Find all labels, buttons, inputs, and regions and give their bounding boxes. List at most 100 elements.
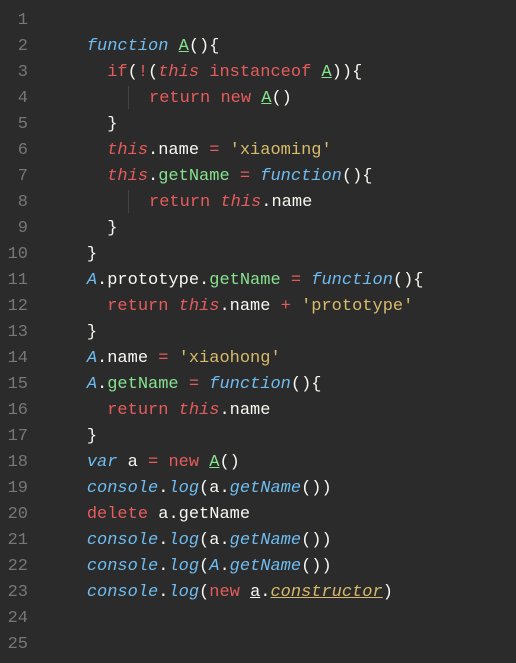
code-token (168, 401, 178, 420)
code-token: 'xiaoming' (230, 141, 332, 160)
code-token: getName (107, 375, 178, 394)
code-token: . (97, 375, 107, 394)
code-editor: 1234567891011121314151617181920212223242… (0, 0, 516, 663)
code-token: A (209, 557, 219, 576)
code-line: A.name = 'xiaohong' (46, 346, 424, 372)
code-token: } (87, 245, 97, 264)
code-token (291, 297, 301, 316)
code-token: () (271, 89, 291, 108)
code-token: this (158, 63, 199, 82)
code-token: . (158, 557, 168, 576)
code-token: . (219, 479, 229, 498)
code-line: console.log(A.getName()) (46, 554, 424, 580)
code-token: getName (158, 167, 229, 186)
code-token: A (87, 271, 97, 290)
code-token: var (87, 453, 118, 472)
code-token (199, 141, 209, 160)
code-token: a (158, 505, 168, 524)
code-token: getName (230, 479, 301, 498)
code-token: name (230, 401, 271, 420)
code-token (250, 167, 260, 186)
code-token (128, 86, 139, 109)
code-area[interactable]: function A(){ if(!(this instanceof A)){ … (36, 0, 424, 663)
code-token: log (168, 479, 199, 498)
code-token: log (168, 531, 199, 550)
code-token: ( (128, 63, 138, 82)
code-token (168, 297, 178, 316)
code-line: } (46, 424, 424, 450)
code-token: } (87, 427, 97, 446)
code-line: } (46, 216, 424, 242)
code-token (168, 349, 178, 368)
line-number: 9 (0, 216, 28, 242)
code-token: this (107, 141, 148, 160)
code-line: return this.name + 'prototype' (46, 294, 424, 320)
line-number: 6 (0, 138, 28, 164)
code-token (230, 167, 240, 186)
code-token (158, 453, 168, 472)
code-token: this (179, 297, 220, 316)
code-token: constructor (270, 583, 382, 602)
code-token: a (209, 531, 219, 550)
code-token: . (158, 531, 168, 550)
code-token: A (209, 453, 219, 472)
code-token: prototype (107, 271, 199, 290)
code-token: ()) (301, 531, 332, 550)
code-token: instanceof (209, 63, 311, 82)
code-line: return this.name (46, 190, 424, 216)
code-token: = (158, 349, 168, 368)
code-line: delete a.getName (46, 502, 424, 528)
code-token: . (219, 401, 229, 420)
line-number: 17 (0, 424, 28, 450)
code-token: . (97, 349, 107, 368)
code-token: = (209, 141, 219, 160)
code-token: = (189, 375, 199, 394)
code-token: console (87, 583, 158, 602)
code-token: A (87, 375, 97, 394)
code-token: delete (87, 505, 148, 524)
code-token: )){ (332, 63, 363, 82)
code-token: } (107, 219, 117, 238)
code-line: var a = new A() (46, 450, 424, 476)
code-token: A (179, 37, 189, 56)
line-number: 25 (0, 632, 28, 658)
code-token: . (148, 141, 158, 160)
code-line: this.getName = function(){ (46, 164, 424, 190)
code-token: ( (148, 63, 158, 82)
code-token: 'xiaohong' (179, 349, 281, 368)
code-token: ( (199, 479, 209, 498)
line-number: 22 (0, 554, 28, 580)
code-token (240, 583, 250, 602)
code-token (139, 193, 149, 212)
code-token: . (261, 193, 271, 212)
code-token (199, 63, 209, 82)
code-token: new (168, 453, 199, 472)
line-number: 21 (0, 528, 28, 554)
line-number: 14 (0, 346, 28, 372)
code-token: log (168, 557, 199, 576)
code-token: if (107, 63, 127, 82)
code-token: function (311, 271, 393, 290)
code-token (210, 193, 220, 212)
code-token: getName (230, 557, 301, 576)
code-token: A (261, 89, 271, 108)
code-token: console (87, 557, 158, 576)
code-token: log (168, 583, 199, 602)
line-gutter: 1234567891011121314151617181920212223242… (0, 0, 36, 663)
code-token (199, 453, 209, 472)
code-line: console.log(new a.constructor) (46, 580, 424, 606)
code-token: ()) (301, 557, 332, 576)
line-number: 19 (0, 476, 28, 502)
code-token (199, 375, 209, 394)
code-token (251, 89, 261, 108)
code-token: getName (209, 271, 280, 290)
code-token: return (107, 297, 168, 316)
code-token: ( (199, 531, 209, 550)
code-token (148, 349, 158, 368)
code-line: this.name = 'xiaoming' (46, 138, 424, 164)
code-token: . (219, 531, 229, 550)
line-number: 20 (0, 502, 28, 528)
code-token (117, 453, 127, 472)
code-token: . (148, 167, 158, 186)
code-token: getName (230, 531, 301, 550)
